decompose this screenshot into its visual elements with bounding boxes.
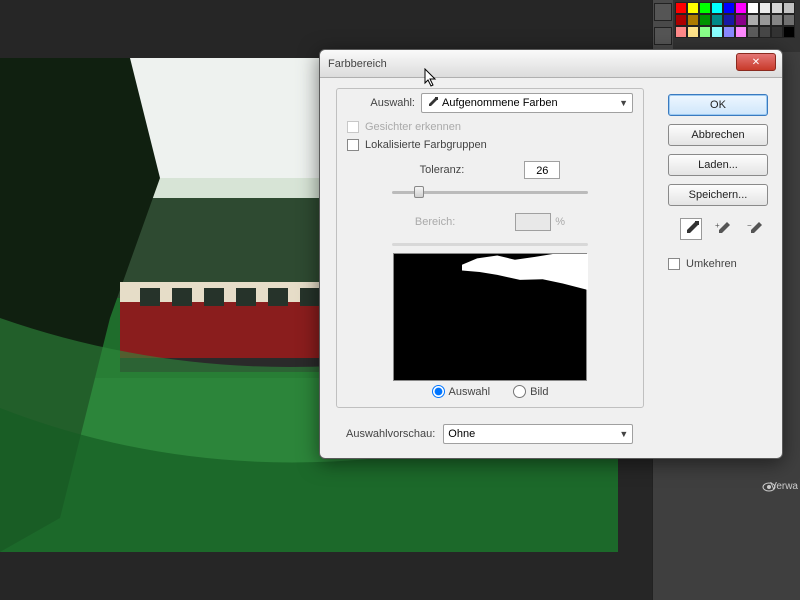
- color-swatch[interactable]: [771, 2, 783, 14]
- cancel-button[interactable]: Abbrechen: [668, 124, 768, 146]
- styles-panel-icon[interactable]: [654, 27, 672, 45]
- dialog-title: Farbbereich: [328, 58, 387, 70]
- svg-text:+: +: [715, 221, 720, 230]
- color-swatch[interactable]: [735, 14, 747, 26]
- chevron-down-icon: ▼: [619, 429, 628, 439]
- color-swatch[interactable]: [783, 14, 795, 26]
- layer-panel-hint: Verwa: [770, 481, 798, 492]
- radio-selection[interactable]: Auswahl: [432, 385, 491, 398]
- localized-groups-checkbox[interactable]: [347, 139, 359, 151]
- color-swatches[interactable]: [673, 0, 800, 52]
- color-swatch[interactable]: [675, 14, 687, 26]
- selection-dropdown[interactable]: Aufgenommene Farben ▼: [421, 93, 633, 113]
- detect-faces-checkbox: [347, 121, 359, 133]
- save-button[interactable]: Speichern...: [668, 184, 768, 206]
- tolerance-input[interactable]: 26: [524, 161, 560, 179]
- dialog-buttons: OK Abbrechen Laden... Speichern... + − U…: [668, 94, 768, 270]
- localized-groups-label: Lokalisierte Farbgruppen: [365, 139, 487, 151]
- tolerance-slider[interactable]: [392, 185, 588, 199]
- color-swatch[interactable]: [747, 14, 759, 26]
- color-swatch[interactable]: [711, 2, 723, 14]
- color-swatch[interactable]: [711, 14, 723, 26]
- color-swatch[interactable]: [759, 26, 771, 38]
- main-options-group: Auswahl: Aufgenommene Farben ▼ Gesichter…: [336, 88, 644, 408]
- preview-mode-label: Auswahlvorschau:: [346, 428, 435, 440]
- color-swatch[interactable]: [747, 2, 759, 14]
- color-swatch[interactable]: [723, 26, 735, 38]
- invert-label: Umkehren: [686, 258, 737, 270]
- color-swatch[interactable]: [771, 26, 783, 38]
- color-swatch[interactable]: [771, 14, 783, 26]
- range-input: [515, 213, 551, 231]
- color-swatch[interactable]: [687, 14, 699, 26]
- preview-mode-dropdown[interactable]: Ohne ▼: [443, 424, 633, 444]
- ok-button[interactable]: OK: [668, 94, 768, 116]
- color-swatch[interactable]: [687, 26, 699, 38]
- color-swatch[interactable]: [699, 26, 711, 38]
- swatches-panel-icon[interactable]: [654, 3, 672, 21]
- load-button[interactable]: Laden...: [668, 154, 768, 176]
- color-swatch[interactable]: [783, 2, 795, 14]
- color-swatch[interactable]: [675, 2, 687, 14]
- radio-image[interactable]: Bild: [513, 385, 548, 398]
- color-swatch[interactable]: [747, 26, 759, 38]
- range-unit: %: [555, 216, 565, 228]
- range-label: Bereich:: [415, 216, 455, 228]
- color-swatch[interactable]: [723, 2, 735, 14]
- selection-value: Aufgenommene Farben: [442, 97, 558, 109]
- svg-text:−: −: [747, 221, 752, 230]
- eyedropper-icon: [426, 97, 438, 109]
- selection-preview[interactable]: [393, 253, 587, 381]
- preview-mode-value: Ohne: [448, 428, 475, 440]
- selection-label: Auswahl:: [370, 97, 415, 109]
- color-swatch[interactable]: [699, 2, 711, 14]
- color-swatch[interactable]: [711, 26, 723, 38]
- range-slider: [392, 237, 588, 251]
- color-swatch[interactable]: [723, 14, 735, 26]
- color-swatch[interactable]: [759, 2, 771, 14]
- color-swatch[interactable]: [783, 26, 795, 38]
- close-button[interactable]: [736, 53, 776, 71]
- color-swatch[interactable]: [735, 26, 747, 38]
- tolerance-label: Toleranz:: [420, 164, 465, 176]
- chevron-down-icon: ▼: [619, 98, 628, 108]
- color-swatch[interactable]: [735, 2, 747, 14]
- invert-checkbox[interactable]: [668, 258, 680, 270]
- eyedropper-tool[interactable]: [680, 218, 702, 240]
- color-swatch[interactable]: [687, 2, 699, 14]
- eyedropper-add-tool[interactable]: +: [712, 218, 734, 240]
- eyedropper-subtract-tool[interactable]: −: [744, 218, 766, 240]
- color-range-dialog: Farbbereich Auswahl: Aufgenommene Farben…: [319, 49, 783, 459]
- color-swatch[interactable]: [699, 14, 711, 26]
- panel-icon-column: [653, 0, 673, 52]
- color-swatch[interactable]: [675, 26, 687, 38]
- color-swatch[interactable]: [759, 14, 771, 26]
- detect-faces-label: Gesichter erkennen: [365, 121, 461, 133]
- dialog-titlebar[interactable]: Farbbereich: [320, 50, 782, 78]
